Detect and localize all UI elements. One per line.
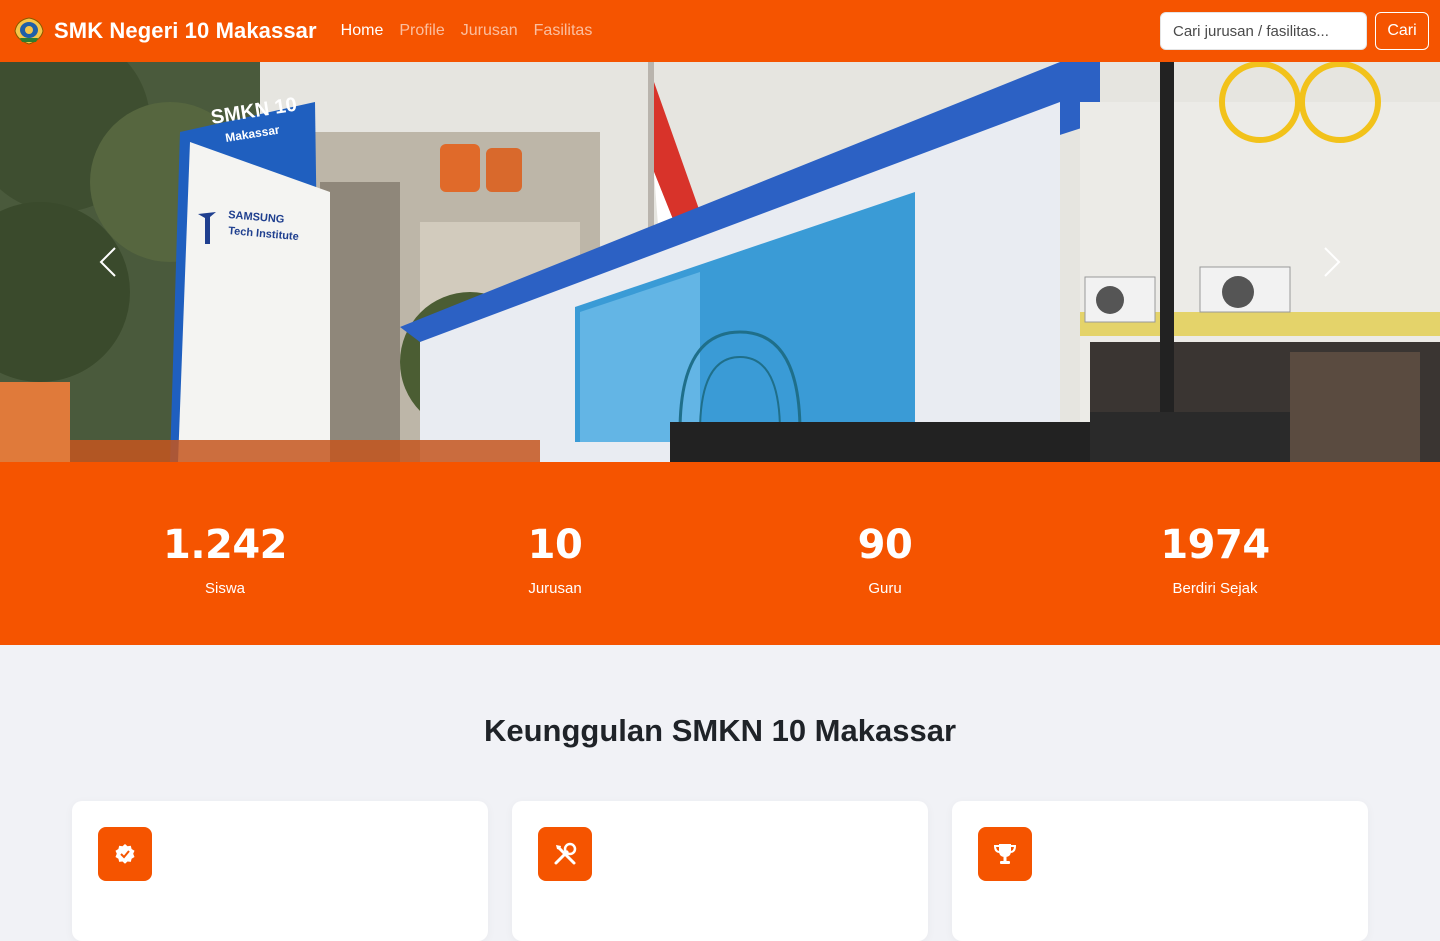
stat-jurusan: 10 Jurusan — [435, 522, 675, 597]
verified-badge-icon — [98, 827, 152, 881]
hero-carousel: SMKN 10 Makassar SAMSUNG Tech Institute — [0, 62, 1440, 462]
stat-label: Berdiri Sejak — [1172, 580, 1258, 597]
carousel-prev-button[interactable] — [78, 62, 138, 462]
search-input[interactable] — [1160, 12, 1367, 50]
stat-value: 1.242 — [162, 522, 288, 568]
stat-value: 10 — [527, 522, 583, 568]
brand[interactable]: SMK Negeri 10 Makassar — [12, 14, 317, 48]
features-title: Keunggulan SMKN 10 Makassar — [483, 713, 957, 748]
hero-image: SMKN 10 Makassar SAMSUNG Tech Institute — [0, 62, 1440, 462]
feature-card — [952, 801, 1368, 941]
search-button[interactable]: Cari — [1375, 12, 1429, 50]
stat-guru: 90 Guru — [765, 522, 1005, 597]
stat-value: 90 — [857, 522, 913, 568]
nav-link-home[interactable]: Home — [341, 22, 384, 40]
feature-card — [512, 801, 928, 941]
nav-link-profile[interactable]: Profile — [399, 22, 444, 40]
carousel-next-button[interactable] — [1302, 62, 1362, 462]
school-emblem-icon — [12, 14, 46, 48]
nav-link-jurusan[interactable]: Jurusan — [461, 22, 518, 40]
stat-label: Siswa — [204, 580, 245, 597]
chevron-left-icon — [99, 247, 116, 277]
nav-links: Home Profile Jurusan Fasilitas — [341, 22, 609, 40]
nav-link-fasilitas[interactable]: Fasilitas — [534, 22, 593, 40]
chevron-right-icon — [1324, 247, 1341, 277]
stats-section: 1.242 Siswa 10 Jurusan 90 Guru 1974 Berd… — [0, 462, 1440, 645]
stat-siswa: 1.242 Siswa — [105, 522, 345, 597]
feature-card — [72, 801, 488, 941]
stat-label: Jurusan — [528, 580, 582, 597]
stat-label: Guru — [868, 580, 902, 597]
tools-icon — [538, 827, 592, 881]
trophy-icon — [978, 827, 1032, 881]
brand-title: SMK Negeri 10 Makassar — [54, 18, 317, 43]
stat-berdiri-sejak: 1974 Berdiri Sejak — [1095, 522, 1335, 597]
navbar: SMK Negeri 10 Makassar Home Profile Juru… — [0, 0, 1440, 62]
stat-value: 1974 — [1160, 522, 1270, 568]
